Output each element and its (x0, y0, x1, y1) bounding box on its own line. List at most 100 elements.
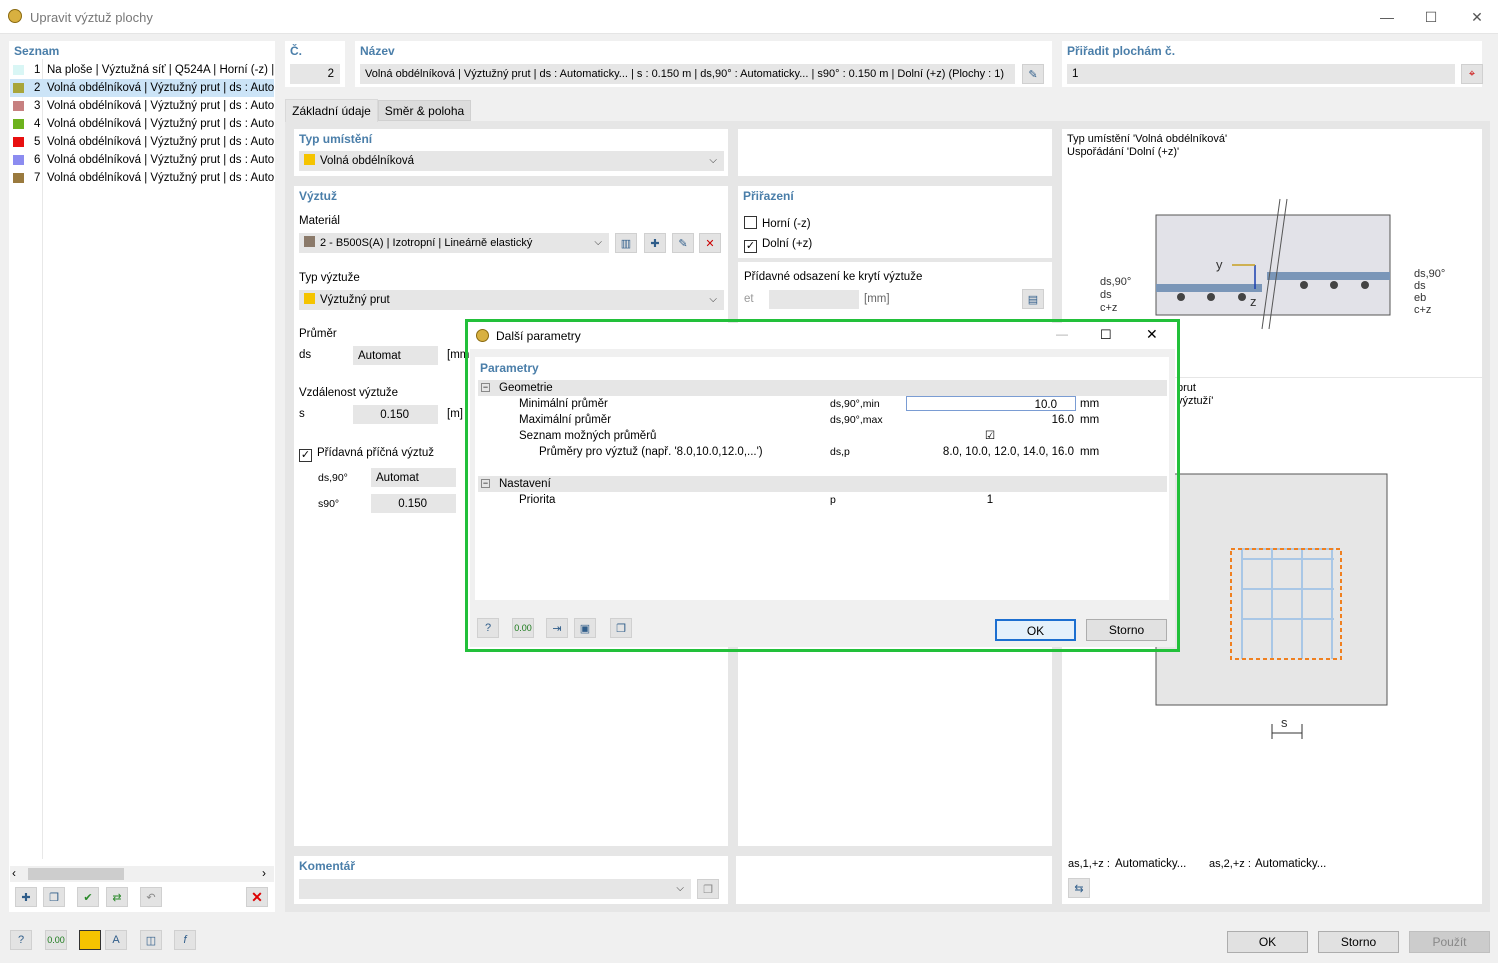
list-item[interactable]: 3 Volná obdélníková | Výztužný prut | ds … (10, 97, 274, 115)
ds-value: Automat (358, 350, 401, 362)
list-scrollbar[interactable]: ‹ › (10, 866, 274, 882)
param-unit: mm (1080, 446, 1100, 458)
maximize-button[interactable]: ☐ (1416, 6, 1446, 28)
bottom-checkbox[interactable]: ✓ Dolní (+z) (744, 238, 812, 253)
assign-field[interactable]: 1 (1067, 64, 1455, 84)
param-value[interactable]: 10.0 (906, 396, 1076, 411)
name-field[interactable]: Volná obdélníková | Výztužný prut | ds :… (360, 64, 1015, 84)
check-toggle-icon[interactable]: ⇄ (106, 887, 128, 907)
comment-copy-icon[interactable]: ❐ (697, 879, 719, 899)
check-all-icon[interactable]: ✔ (77, 887, 99, 907)
cover-settings-icon[interactable]: ▤ (1022, 289, 1044, 309)
dialog-help-icon[interactable]: ? (477, 618, 499, 638)
minimize-button[interactable]: — (1372, 6, 1402, 28)
delete-icon[interactable]: ✕ (246, 887, 268, 907)
preview-settings-icon[interactable]: ⇆ (1068, 878, 1090, 898)
list-item-label: Volná obdélníková | Výztužný prut | ds :… (47, 118, 274, 130)
placement-side-panel (738, 129, 1052, 176)
edit-name-icon[interactable]: ✎ (1022, 64, 1044, 84)
cancel-button[interactable]: Storno (1318, 931, 1399, 953)
dialog-ok-button[interactable]: OK (995, 619, 1076, 641)
list-item[interactable]: 5 Volná obdélníková | Výztužný prut | ds … (10, 133, 274, 151)
s90-field[interactable]: 0.150 (371, 494, 456, 513)
top-checkbox[interactable]: Horní (-z) (744, 216, 811, 230)
help-icon[interactable]: ? (10, 930, 32, 950)
list-item[interactable]: 1 Na ploše | Výztužná síť | Q524A | Horní… (10, 61, 274, 79)
list-item-number: 5 (34, 136, 41, 148)
ds-symbol: ds (299, 349, 312, 361)
apply-button[interactable]: Použít (1409, 931, 1490, 953)
number-panel: Č. 2 (285, 41, 345, 87)
undo-icon[interactable]: ↶ (140, 887, 162, 907)
dialog-export-icon[interactable]: ⇥ (546, 618, 568, 638)
units-icon[interactable]: 0.00 (45, 930, 67, 950)
preview-side-text2: výztuží' (1177, 395, 1214, 407)
collapse-icon[interactable]: − (481, 479, 490, 488)
param-value[interactable]: 8.0, 10.0, 12.0, 14.0, 16.0 (906, 444, 1076, 460)
scroll-left-icon[interactable]: ‹ (12, 866, 16, 880)
tree-row[interactable]: Průměry pro výztuž (např. '8.0,10.0,12.0… (497, 444, 1167, 460)
material-library-icon[interactable]: ▥ (615, 233, 637, 253)
ds-dropdown[interactable]: Automat (353, 346, 438, 365)
number-field[interactable]: 2 (290, 64, 340, 84)
offset-field[interactable] (769, 290, 859, 309)
chevron-down-icon: ⌵ (594, 237, 602, 248)
ds90-symbol: ds,90° (318, 472, 348, 484)
text-settings-icon[interactable]: A (105, 930, 127, 950)
list-item[interactable]: 6 Volná obdélníková | Výztužný prut | ds … (10, 151, 274, 169)
tree-row[interactable]: Maximální průměr ds,90°,max 16.0 mm (497, 412, 1167, 428)
placement-dropdown[interactable]: Volná obdélníková ⌵ (299, 151, 724, 171)
dialog-units-icon[interactable]: 0.00 (512, 618, 534, 638)
pick-surface-icon[interactable]: ⌖ (1461, 64, 1483, 84)
comment-dropdown[interactable]: ⌵ (299, 879, 691, 899)
tab-direction[interactable]: Směr & poloha (378, 100, 471, 121)
tab-basic[interactable]: Základní údaje (285, 99, 378, 122)
dialog-cancel-button[interactable]: Storno (1086, 619, 1167, 641)
scroll-thumb[interactable] (28, 868, 124, 880)
tree-group[interactable]: − Nastavení (478, 476, 1167, 492)
delete-material-icon[interactable]: ✕ (699, 233, 721, 253)
new-material-icon[interactable]: ✚ (644, 233, 666, 253)
tree-row[interactable]: Priorita p 1 (497, 492, 1167, 508)
name-panel: Název Volná obdélníková | Výztužný prut … (355, 41, 1052, 87)
dialog-save-icon[interactable]: ▣ (574, 618, 596, 638)
dialog-minimize-button[interactable]: — (1056, 327, 1068, 341)
chevron-down-icon: ⌵ (676, 883, 684, 894)
list-item[interactable]: 7 Volná obdélníková | Výztužný prut | ds … (10, 169, 274, 187)
list-item-label: Volná obdélníková | Výztužný prut | ds :… (47, 136, 274, 148)
edit-material-icon[interactable]: ✎ (672, 233, 694, 253)
ds90-dropdown[interactable]: Automat (371, 468, 456, 487)
dialog-maximize-button[interactable]: ☐ (1100, 327, 1112, 343)
color-icon[interactable] (79, 930, 101, 950)
list-item-number: 3 (34, 100, 41, 112)
fig-label-ds-left: ds (1100, 289, 1112, 301)
tree-group[interactable]: − Geometrie (478, 380, 1167, 396)
tree-row[interactable]: Seznam možných průměrů ☑ (497, 428, 1167, 444)
section-figure: y z ds,90° ds c+z ds,90° ds eb c+z (1100, 198, 1445, 330)
view-icon[interactable]: ◫ (140, 930, 162, 950)
param-value[interactable]: 16.0 (906, 412, 1076, 428)
placement-panel: Typ umístění Volná obdélníková ⌵ (294, 129, 728, 176)
list-item[interactable]: 2 Volná obdélníková | Výztužný prut | ds … (10, 79, 274, 97)
transverse-checkbox[interactable]: ✓ Přídavná příčná výztuž (299, 447, 434, 462)
list-item-label: Na ploše | Výztužná síť | Q524A | Horní … (47, 64, 274, 76)
spacing-label: Vzdálenost výztuže (299, 387, 399, 399)
list-item-number: 6 (34, 154, 41, 166)
s-field[interactable]: 0.150 (353, 405, 438, 424)
dialog-copy-icon[interactable]: ❐ (610, 618, 632, 638)
collapse-icon[interactable]: − (481, 383, 490, 392)
tree-row[interactable]: Minimální průměr ds,90°,min 10.0 mm (497, 396, 1167, 412)
param-value[interactable]: 1 (906, 492, 1076, 508)
close-button[interactable]: ✕ (1462, 6, 1492, 28)
reinf-type-dropdown[interactable]: Výztužný prut ⌵ (299, 290, 724, 310)
copy-item-icon[interactable]: ❐ (43, 887, 65, 907)
ok-button[interactable]: OK (1227, 931, 1308, 953)
scroll-right-icon[interactable]: › (262, 866, 266, 880)
list-item[interactable]: 4 Volná obdélníková | Výztužný prut | ds … (10, 115, 274, 133)
function-icon[interactable]: f (174, 930, 196, 950)
param-value[interactable]: ☑ (906, 428, 1076, 444)
dialog-close-button[interactable]: ✕ (1146, 326, 1158, 343)
dialog-app-icon (476, 329, 489, 342)
material-dropdown[interactable]: 2 - B500S(A) | Izotropní | Lineárně elas… (299, 233, 609, 253)
new-item-icon[interactable]: ✚ (15, 887, 37, 907)
